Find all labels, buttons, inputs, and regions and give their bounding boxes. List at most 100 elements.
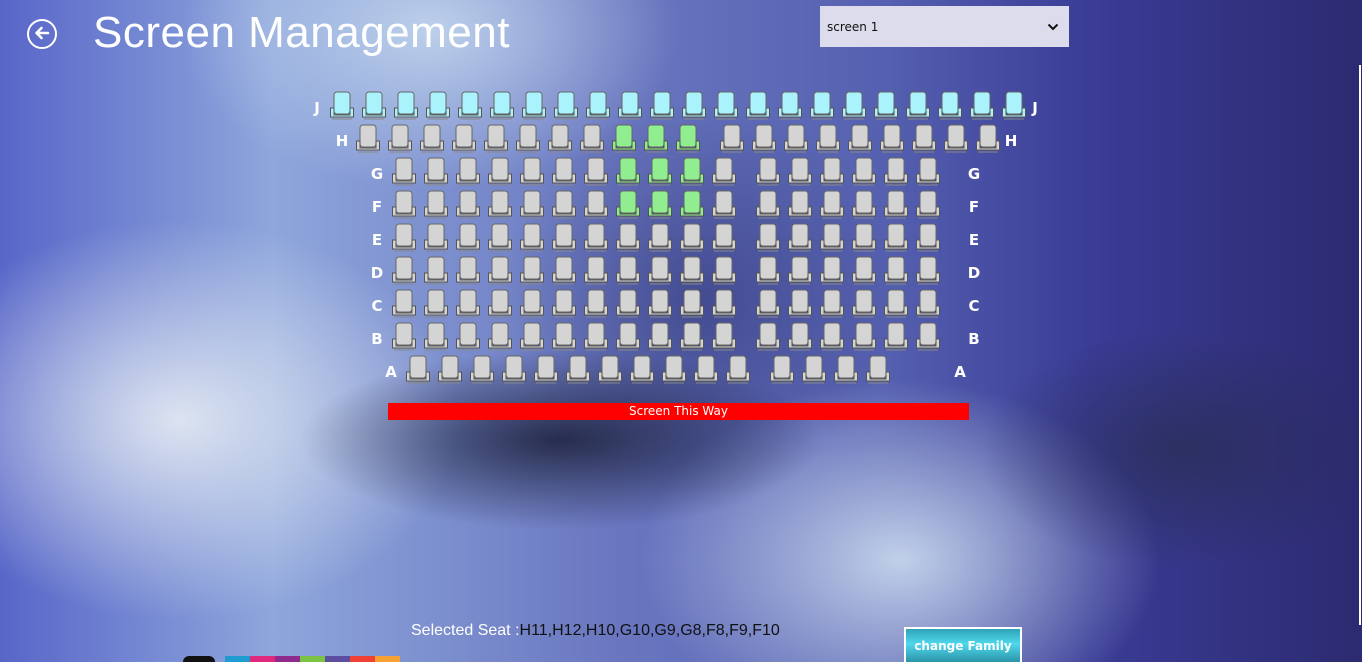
seat-available[interactable] [819, 190, 845, 219]
seat-selected[interactable] [611, 124, 637, 153]
seat-available[interactable] [755, 190, 781, 219]
seat-available[interactable] [711, 322, 737, 351]
seat-family[interactable] [873, 91, 899, 120]
seat-available[interactable] [405, 355, 431, 384]
seat-family[interactable] [361, 91, 387, 120]
seat-family[interactable] [713, 91, 739, 120]
seat-available[interactable] [711, 157, 737, 186]
seat-available[interactable] [423, 289, 449, 318]
seat-available[interactable] [787, 256, 813, 285]
seat-available[interactable] [391, 157, 417, 186]
seat-available[interactable] [419, 124, 445, 153]
seat-available[interactable] [423, 322, 449, 351]
seat-available[interactable] [519, 322, 545, 351]
seat-available[interactable] [387, 124, 413, 153]
seat-available[interactable] [915, 256, 941, 285]
seat-available[interactable] [769, 355, 795, 384]
seat-available[interactable] [647, 223, 673, 252]
seat-family[interactable] [489, 91, 515, 120]
seat-available[interactable] [451, 124, 477, 153]
seat-available[interactable] [583, 289, 609, 318]
seat-available[interactable] [487, 322, 513, 351]
seat-available[interactable] [679, 223, 705, 252]
seat-available[interactable] [787, 157, 813, 186]
seat-available[interactable] [583, 322, 609, 351]
seat-available[interactable] [423, 157, 449, 186]
seat-available[interactable] [597, 355, 623, 384]
seat-family[interactable] [745, 91, 771, 120]
seat-available[interactable] [661, 355, 687, 384]
seat-family[interactable] [841, 91, 867, 120]
seat-family[interactable] [617, 91, 643, 120]
seat-available[interactable] [819, 223, 845, 252]
seat-available[interactable] [975, 124, 1001, 153]
seat-available[interactable] [565, 355, 591, 384]
seat-available[interactable] [819, 256, 845, 285]
seat-available[interactable] [815, 124, 841, 153]
seat-available[interactable] [647, 289, 673, 318]
seat-available[interactable] [455, 289, 481, 318]
seat-available[interactable] [423, 256, 449, 285]
seat-available[interactable] [725, 355, 751, 384]
seat-available[interactable] [423, 223, 449, 252]
seat-available[interactable] [615, 322, 641, 351]
seat-available[interactable] [533, 355, 559, 384]
seat-available[interactable] [851, 223, 877, 252]
seat-available[interactable] [851, 289, 877, 318]
seat-available[interactable] [833, 355, 859, 384]
seat-available[interactable] [391, 190, 417, 219]
seat-available[interactable] [551, 157, 577, 186]
seat-available[interactable] [755, 289, 781, 318]
seat-available[interactable] [943, 124, 969, 153]
seat-selected[interactable] [647, 157, 673, 186]
seat-available[interactable] [487, 223, 513, 252]
seat-available[interactable] [519, 256, 545, 285]
seat-family[interactable] [1001, 91, 1027, 120]
seat-available[interactable] [847, 124, 873, 153]
seat-available[interactable] [851, 322, 877, 351]
seat-available[interactable] [487, 289, 513, 318]
seat-available[interactable] [391, 289, 417, 318]
seat-available[interactable] [515, 124, 541, 153]
seat-available[interactable] [551, 190, 577, 219]
seat-available[interactable] [483, 124, 509, 153]
seat-available[interactable] [391, 322, 417, 351]
seat-family[interactable] [777, 91, 803, 120]
seat-available[interactable] [647, 256, 673, 285]
seat-available[interactable] [487, 190, 513, 219]
seat-available[interactable] [787, 223, 813, 252]
seat-available[interactable] [629, 355, 655, 384]
seat-available[interactable] [615, 256, 641, 285]
seat-available[interactable] [787, 289, 813, 318]
seat-family[interactable] [681, 91, 707, 120]
seat-available[interactable] [879, 124, 905, 153]
seat-available[interactable] [693, 355, 719, 384]
seat-available[interactable] [801, 355, 827, 384]
seat-available[interactable] [519, 157, 545, 186]
seat-available[interactable] [915, 289, 941, 318]
seat-family[interactable] [521, 91, 547, 120]
seat-available[interactable] [819, 157, 845, 186]
seat-family[interactable] [393, 91, 419, 120]
seat-available[interactable] [519, 190, 545, 219]
seat-available[interactable] [883, 289, 909, 318]
seat-available[interactable] [915, 322, 941, 351]
seat-available[interactable] [851, 256, 877, 285]
seat-selected[interactable] [643, 124, 669, 153]
seat-selected[interactable] [647, 190, 673, 219]
seat-available[interactable] [355, 124, 381, 153]
seat-available[interactable] [755, 256, 781, 285]
seat-available[interactable] [615, 289, 641, 318]
seat-available[interactable] [551, 322, 577, 351]
seat-available[interactable] [519, 223, 545, 252]
seat-family[interactable] [905, 91, 931, 120]
seat-available[interactable] [423, 190, 449, 219]
seat-available[interactable] [719, 124, 745, 153]
seat-family[interactable] [329, 91, 355, 120]
seat-available[interactable] [915, 190, 941, 219]
seat-available[interactable] [711, 223, 737, 252]
seat-family[interactable] [809, 91, 835, 120]
seat-family[interactable] [937, 91, 963, 120]
seat-available[interactable] [615, 223, 641, 252]
seat-available[interactable] [469, 355, 495, 384]
